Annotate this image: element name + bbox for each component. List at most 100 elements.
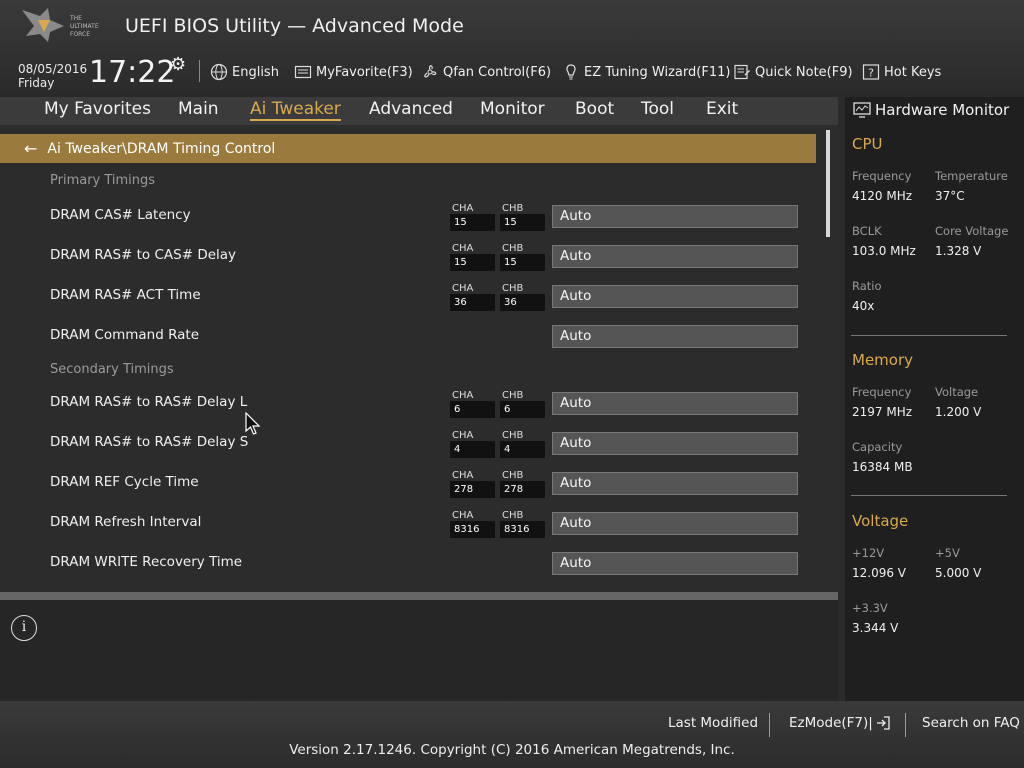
qfan-control-button[interactable]: Qfan Control(F6) (421, 62, 551, 82)
setting-label[interactable]: DRAM Command Rate (50, 327, 199, 343)
day-text: Friday (18, 76, 55, 90)
setting-label[interactable]: DRAM RAS# to RAS# Delay S (50, 434, 248, 450)
cha-value: 6 (450, 401, 495, 418)
memory-section-title: Memory (852, 351, 914, 369)
setting-label[interactable]: DRAM RAS# ACT Time (50, 287, 201, 303)
divider (905, 713, 906, 737)
qfan-label: Qfan Control(F6) (443, 64, 552, 80)
setting-label[interactable]: DRAM REF Cycle Time (50, 474, 199, 490)
divider (851, 335, 1007, 336)
memory-frequency-label: Frequency (852, 385, 912, 399)
breadcrumb-text: Ai Tweaker\DRAM Timing Control (47, 140, 276, 157)
setting-value-box[interactable]: Auto (552, 392, 798, 415)
tab-monitor[interactable]: Monitor (480, 99, 545, 119)
myfavorite-button[interactable]: MyFavorite(F3) (294, 62, 413, 82)
setting-value-box[interactable]: Auto (552, 245, 798, 268)
setting-value-box[interactable]: Auto (552, 552, 798, 575)
setting-value-box[interactable]: Auto (552, 432, 798, 455)
ratio-label: Ratio (852, 279, 882, 293)
cpu-frequency-value: 4120 MHz (852, 189, 913, 203)
chb-value: 6 (500, 401, 545, 418)
cha-label: CHA (452, 283, 474, 294)
voltage-section-title: Voltage (852, 512, 909, 530)
hot-keys-label: Hot Keys (884, 64, 942, 80)
last-modified-button[interactable]: Last Modified (668, 715, 758, 731)
note-icon (734, 64, 750, 80)
cha-label: CHA (452, 470, 474, 481)
date-display: 08/05/2016 Friday (18, 62, 87, 90)
cpu-temperature-label: Temperature (935, 169, 1008, 183)
chb-value: 15 (500, 254, 545, 271)
tab-main[interactable]: Main (178, 99, 219, 119)
language-label: English (232, 64, 279, 80)
back-arrow-icon[interactable]: ← (24, 139, 37, 158)
setting-label[interactable]: DRAM RAS# to CAS# Delay (50, 247, 236, 263)
svg-text:?: ? (868, 67, 874, 80)
help-panel: i (0, 600, 838, 701)
cha-value: 36 (450, 294, 495, 311)
hot-keys-button[interactable]: ? Hot Keys (862, 62, 941, 82)
tab-my-favorites[interactable]: My Favorites (44, 99, 151, 119)
setting-value-box[interactable]: Auto (552, 285, 798, 308)
section-secondary-timings: Secondary Timings (50, 362, 174, 377)
core-voltage-label: Core Voltage (935, 224, 1009, 238)
quick-note-button[interactable]: Quick Note(F9) (733, 62, 853, 82)
search-faq-button[interactable]: Search on FAQ (922, 715, 1020, 731)
myfavorite-label: MyFavorite(F3) (316, 64, 413, 80)
clock[interactable]: 17:22 (89, 55, 175, 90)
setting-value-box[interactable]: Auto (552, 205, 798, 228)
chb-value: 278 (500, 481, 545, 498)
tab-exit[interactable]: Exit (706, 99, 738, 119)
svg-text:ULTIMATE: ULTIMATE (70, 23, 99, 30)
copyright-text: Version 2.17.1246. Copyright (C) 2016 Am… (289, 742, 735, 758)
breadcrumb: ← Ai Tweaker\DRAM Timing Control (0, 134, 816, 163)
chb-label: CHB (502, 510, 524, 521)
cha-value: 278 (450, 481, 495, 498)
setting-label[interactable]: DRAM CAS# Latency (50, 207, 191, 223)
fan-icon (424, 65, 437, 78)
main-menu: My Favorites Main Ai Tweaker Advanced Mo… (0, 97, 838, 125)
capacity-label: Capacity (852, 440, 903, 454)
gear-icon[interactable]: ⚙ (170, 54, 186, 75)
tab-advanced[interactable]: Advanced (369, 99, 453, 119)
tab-ai-tweaker[interactable]: Ai Tweaker (250, 99, 341, 121)
tab-tool[interactable]: Tool (641, 99, 674, 119)
cha-label: CHA (452, 390, 474, 401)
cha-label: CHA (452, 243, 474, 254)
tab-boot[interactable]: Boot (575, 99, 614, 119)
cpu-frequency-label: Frequency (852, 169, 912, 183)
language-button[interactable]: English (210, 62, 279, 82)
footer: Last Modified EzMode(F7)| Search on FAQ … (0, 701, 1024, 768)
app-title: UEFI BIOS Utility — Advanced Mode (125, 15, 464, 37)
ezmode-button[interactable]: EzMode(F7)| (789, 715, 891, 731)
setting-value-box[interactable]: Auto (552, 325, 798, 348)
bulb-icon (566, 64, 576, 80)
chb-value: 15 (500, 214, 545, 231)
chb-label: CHB (502, 470, 524, 481)
chb-label: CHB (502, 430, 524, 441)
v33-label: +3.3V (852, 601, 888, 615)
divider (199, 60, 200, 82)
setting-value-box[interactable]: Auto (552, 472, 798, 495)
setting-label[interactable]: DRAM RAS# to RAS# Delay L (50, 394, 247, 410)
scrollbar[interactable] (826, 130, 830, 237)
date-text: 08/05/2016 (18, 62, 88, 76)
hardware-monitor-title: Hardware Monitor (853, 101, 1009, 119)
cha-label: CHA (452, 430, 474, 441)
hw-title-text: Hardware Monitor (875, 101, 1010, 119)
setting-label[interactable]: DRAM WRITE Recovery Time (50, 554, 242, 570)
ez-tuning-wizard-button[interactable]: EZ Tuning Wizard(F11) (562, 62, 730, 82)
globe-icon (210, 63, 228, 81)
chb-value: 36 (500, 294, 545, 311)
bclk-label: BCLK (852, 224, 882, 238)
tuf-logo-icon: THE ULTIMATE FORCE (22, 8, 99, 42)
setting-value-box[interactable]: Auto (552, 512, 798, 535)
favorite-icon (294, 65, 312, 79)
memory-frequency-value: 2197 MHz (852, 405, 913, 419)
hardware-monitor: Hardware Monitor CPU Frequency Temperatu… (845, 97, 1024, 701)
v12-value: 12.096 V (852, 566, 907, 580)
setting-label[interactable]: DRAM Refresh Interval (50, 514, 201, 530)
monitor-icon (853, 102, 871, 118)
core-voltage-value: 1.328 V (935, 244, 982, 258)
memory-voltage-value: 1.200 V (935, 405, 982, 419)
